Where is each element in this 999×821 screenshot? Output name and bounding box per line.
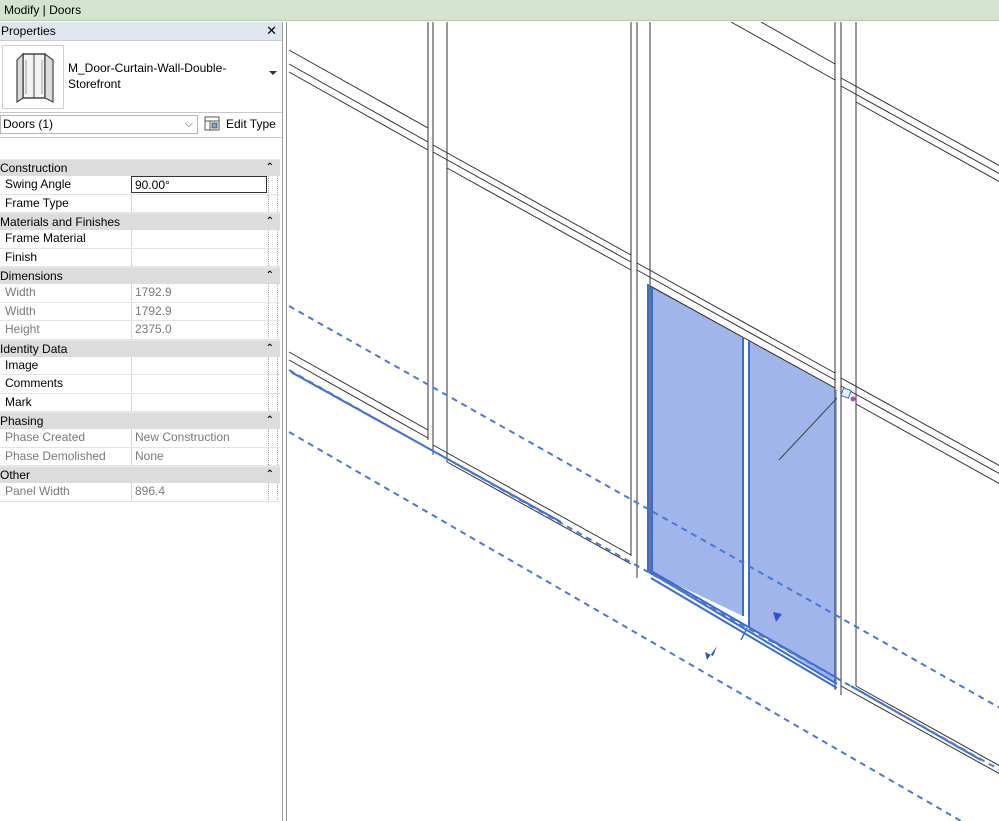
property-name: Mark [5, 394, 32, 409]
row-browse-cell [268, 284, 278, 301]
type-dropdown-arrow-icon[interactable] [269, 71, 277, 75]
instance-filter-select[interactable]: Doors (1) ⌵ [0, 115, 198, 134]
category-label: Construction [0, 161, 68, 175]
row-browse-cell [268, 447, 278, 465]
property-row[interactable]: Mark [0, 393, 280, 412]
edit-type-icon [204, 116, 220, 131]
category-label: Identity Data [0, 341, 68, 356]
selected-door-panel-left [648, 284, 743, 616]
property-name: Image [5, 357, 39, 372]
property-value: 2375.0 [131, 321, 267, 338]
category-label: Phasing [0, 414, 44, 428]
row-browse-cell [268, 302, 278, 320]
row-browse-cell [268, 393, 278, 411]
property-row: Panel Width 896.4 [0, 483, 280, 502]
property-row[interactable]: Frame Material [0, 230, 280, 249]
type-name: M_Door-Curtain-Wall-Double-Storefront [68, 61, 227, 91]
property-row: Phase Demolished None [0, 447, 280, 466]
grip-handle-icon [840, 387, 856, 402]
collapse-icon[interactable]: ⌃ [266, 341, 274, 357]
filter-row: Doors (1) ⌵ Edit Type [0, 113, 282, 138]
property-name: Frame Type [5, 195, 69, 210]
row-browse-cell [268, 176, 278, 193]
property-value: None [131, 447, 267, 465]
row-browse-cell [268, 375, 278, 392]
property-value: 1792.9 [131, 302, 267, 320]
edit-type-label: Edit Type [226, 117, 276, 131]
door-thumbnail-icon [2, 45, 64, 109]
property-name: Width [5, 303, 36, 318]
selected-door-panel-right [749, 340, 837, 684]
curtain-wall-3d-view[interactable] [287, 22, 999, 821]
model-viewport[interactable] [286, 22, 999, 821]
property-name: Frame Material [5, 231, 86, 245]
category-header[interactable]: Construction ⌃ [0, 159, 280, 176]
property-value: 1792.9 [131, 284, 267, 301]
collapse-icon[interactable]: ⌃ [266, 214, 274, 230]
window-title: Modify | Doors [4, 3, 82, 17]
property-name: Height [5, 322, 40, 336]
filter-value: Doors (1) [3, 117, 54, 131]
property-grid: Construction ⌃ Swing Angle 90.00° Frame Type… [0, 159, 280, 502]
property-value[interactable] [131, 356, 267, 374]
property-name: Phase Created [5, 430, 86, 444]
collapse-icon[interactable]: ⌃ [266, 160, 274, 176]
category-label: Materials and Finishes [0, 215, 121, 229]
collapse-icon[interactable]: ⌃ [266, 413, 274, 429]
property-name: Comments [5, 376, 64, 390]
category-header[interactable]: Identity Data ⌃ [0, 339, 280, 357]
chevron-down-icon: ⌵ [184, 118, 193, 130]
property-row: Phase Created New Construction [0, 429, 280, 448]
category-header[interactable]: Dimensions ⌃ [0, 267, 280, 284]
property-row[interactable]: Comments [0, 375, 280, 394]
property-row[interactable]: Frame Type [0, 194, 280, 213]
row-browse-cell [268, 321, 278, 338]
property-row[interactable]: Swing Angle 90.00° [0, 176, 280, 195]
properties-header: Properties ✕ [0, 22, 282, 41]
row-browse-cell [268, 356, 278, 374]
type-selector[interactable]: M_Door-Curtain-Wall-Double-Storefront [0, 41, 282, 113]
property-name: Width [5, 285, 36, 299]
property-row: Width 1792.9 [0, 302, 280, 321]
property-row: Width 1792.9 [0, 284, 280, 303]
properties-title: Properties [1, 24, 56, 38]
property-name: Phase Demolished [5, 448, 106, 463]
property-row[interactable]: Image [0, 356, 280, 375]
edit-type-button[interactable]: Edit Type [204, 115, 280, 134]
row-browse-cell [268, 248, 278, 266]
category-header[interactable]: Phasing ⌃ [0, 412, 280, 429]
category-header[interactable]: Materials and Finishes ⌃ [0, 213, 280, 230]
property-value[interactable] [131, 393, 267, 411]
property-name: Panel Width [5, 484, 70, 498]
property-row: Height 2375.0 [0, 321, 280, 340]
properties-panel: Properties ✕ M_Door-Curtain-Wall-Double-… [0, 22, 283, 821]
collapse-icon[interactable]: ⌃ [266, 268, 274, 284]
property-value: New Construction [131, 429, 267, 446]
category-header[interactable]: Other ⌃ [0, 466, 280, 483]
close-icon[interactable]: ✕ [266, 22, 277, 40]
row-browse-cell [268, 194, 278, 212]
collapse-icon[interactable]: ⌃ [266, 467, 274, 483]
title-bar: Modify | Doors [0, 0, 999, 21]
property-value: 896.4 [131, 483, 267, 500]
category-label: Other [0, 468, 31, 482]
property-name: Swing Angle [5, 177, 72, 191]
property-value[interactable] [131, 194, 267, 212]
category-label: Dimensions [0, 269, 63, 283]
property-value[interactable] [131, 248, 267, 266]
property-value[interactable] [131, 230, 267, 247]
property-value[interactable] [131, 375, 267, 392]
row-browse-cell [268, 429, 278, 446]
property-row[interactable]: Finish [0, 248, 280, 267]
row-browse-cell [268, 483, 278, 500]
property-name: Finish [5, 249, 38, 264]
flip-arrow-icon [705, 646, 717, 660]
row-browse-cell [268, 230, 278, 247]
property-value[interactable]: 90.00° [131, 176, 267, 193]
